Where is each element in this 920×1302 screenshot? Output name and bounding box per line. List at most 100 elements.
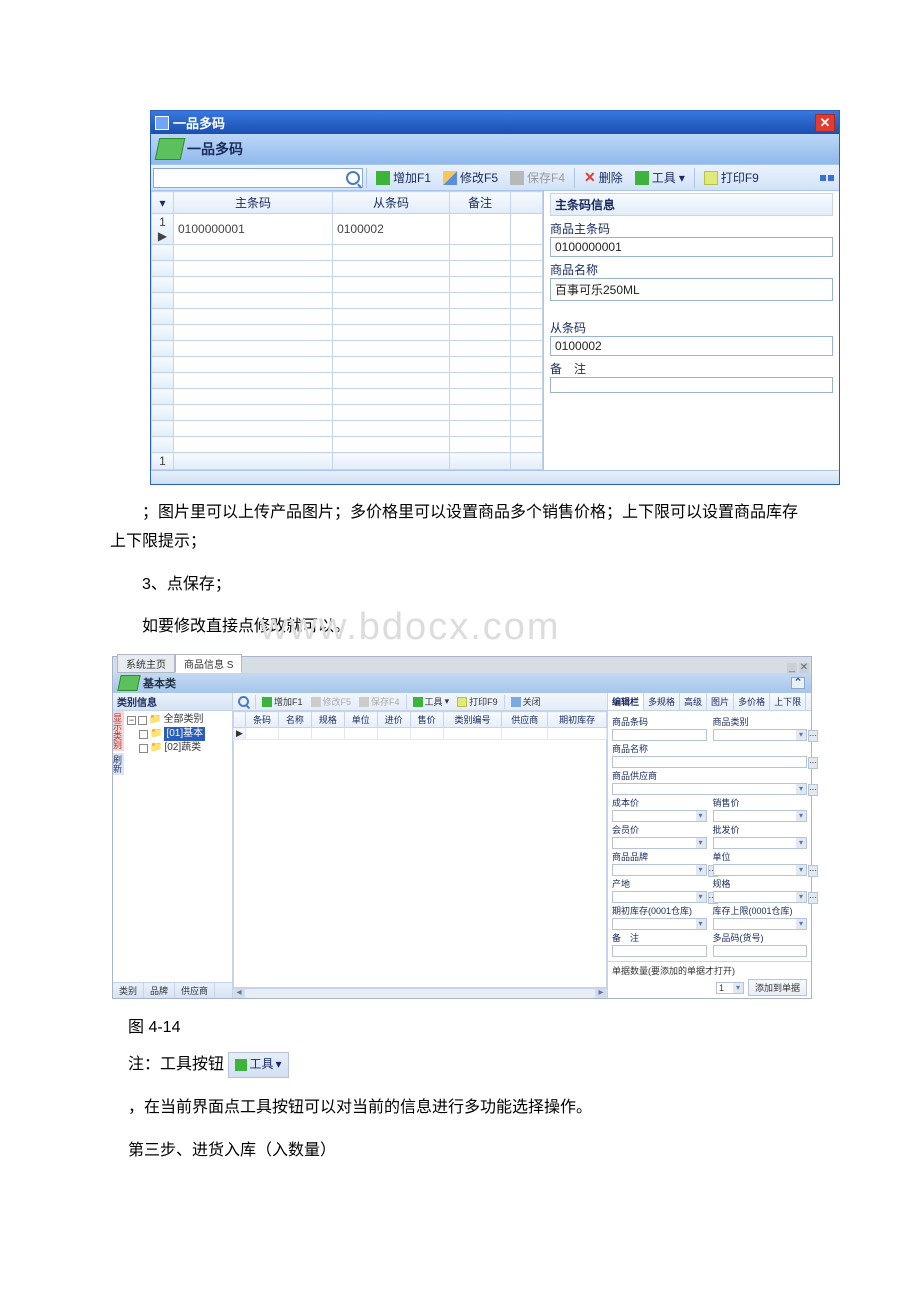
col-note[interactable]: 备注: [450, 192, 511, 214]
window-yipinduoma: 一品多码 ✕ 一品多码 增加F1 修改F5 保存F4 ✕删除 工具▾ 打印F9: [150, 110, 840, 485]
print-icon: [457, 697, 467, 707]
col-stock[interactable]: 期初库存: [548, 712, 607, 728]
add-to-doc-button[interactable]: 添加到单据: [748, 979, 807, 996]
btab-category[interactable]: 类别: [113, 983, 144, 998]
layout-icon[interactable]: [819, 171, 837, 185]
rtab-multiprice[interactable]: 多价格: [734, 693, 770, 710]
close-icon[interactable]: ✕: [799, 663, 809, 673]
add-button[interactable]: 增加F1: [258, 694, 307, 709]
tools-button[interactable]: 工具▾: [409, 694, 454, 709]
folder-icon: 📁: [150, 727, 162, 741]
print-icon: [704, 171, 718, 185]
input-name[interactable]: ⋯: [612, 756, 807, 768]
tab-product-info[interactable]: 商品信息 S: [175, 654, 242, 673]
tab-system[interactable]: 系统主页: [117, 654, 175, 673]
barcode-grid[interactable]: ▾ 主条码 从条码 备注 1 ▶ 0100000001 0100002: [151, 191, 544, 470]
chevron-down-icon: ▾: [696, 919, 706, 929]
input-member[interactable]: ▾: [612, 837, 707, 849]
input-sup[interactable]: ▾⋯: [612, 783, 807, 795]
save-icon: [510, 171, 524, 185]
input-unit[interactable]: ▾⋯: [713, 864, 808, 876]
input-note[interactable]: [612, 945, 707, 957]
col-cat[interactable]: 类别编号: [443, 712, 502, 728]
btab-supplier[interactable]: 供应商: [175, 983, 215, 998]
input-spec[interactable]: ▾⋯: [713, 891, 808, 903]
tree-node-all[interactable]: −📁全部类别: [127, 713, 230, 727]
rtab-image[interactable]: 图片: [707, 693, 734, 710]
tree-node-jb[interactable]: 📁[01]基本: [127, 727, 230, 741]
chevron-down-icon: ▾: [796, 892, 806, 902]
horizontal-scrollbar[interactable]: ◂▸: [233, 988, 607, 998]
col-main[interactable]: 主条码: [174, 192, 333, 214]
save-button: 保存F4: [504, 167, 571, 188]
rtab-limit[interactable]: 上下限: [770, 693, 806, 710]
product-form: 商品条码 商品类别▾⋯ 商品名称⋯ 商品供应商▾⋯ 成本价▾ 销售价▾ 会员价▾…: [608, 711, 811, 961]
label-name: 商品名称: [612, 742, 807, 755]
value-note[interactable]: [550, 377, 833, 393]
search-icon[interactable]: [238, 696, 249, 707]
doc-paragraph: ；图片里可以上传产品图片；多价格里可以设置商品多个销售价格；上下限可以设置商品库…: [110, 499, 810, 557]
tree-node-sc[interactable]: 📁[02]蔬类: [127, 741, 230, 755]
chevron-down-icon: ▾: [696, 811, 706, 821]
input-cost[interactable]: ▾: [612, 810, 707, 822]
sidebar-bottom-tabs: 类别 品牌 供应商: [113, 982, 232, 998]
chevron-down-icon: ▾: [796, 838, 806, 848]
close-icon[interactable]: ✕: [815, 114, 835, 132]
chevron-up-icon[interactable]: ⌃: [791, 677, 805, 689]
product-grid[interactable]: 条码 名称 规格 单位 进价 售价 类别编号 供应商 期初库存 ▶: [233, 711, 607, 998]
rtab-advanced[interactable]: 高级: [680, 693, 707, 710]
input-barcode[interactable]: [612, 729, 707, 741]
close-button[interactable]: 关闭: [507, 694, 545, 709]
col-sup[interactable]: 供应商: [502, 712, 548, 728]
rtab-edit[interactable]: 编辑栏: [608, 693, 644, 710]
chevron-down-icon: ▾: [696, 838, 706, 848]
edit-button[interactable]: 修改F5: [437, 167, 504, 188]
category-tree[interactable]: −📁全部类别 📁[01]基本 📁[02]蔬类: [113, 711, 232, 757]
input-sale[interactable]: ▾: [713, 810, 808, 822]
col-cost[interactable]: 进价: [377, 712, 410, 728]
right-panel: 编辑栏 多规格 高级 图片 多价格 上下限 商品条码 商品类别▾⋯ 商品名称⋯ …: [607, 693, 811, 998]
col-spec[interactable]: 规格: [311, 712, 344, 728]
value-sub-barcode[interactable]: 0100002: [550, 336, 833, 356]
input-cat[interactable]: ▾⋯: [713, 729, 808, 741]
folder-icon: 📁: [149, 713, 161, 727]
input-origin[interactable]: ▾⋯: [612, 891, 707, 903]
row-marker-icon: ▶: [158, 229, 167, 243]
delete-button[interactable]: ✕删除: [578, 167, 629, 188]
vtab-show-category[interactable]: 显示类别: [113, 711, 124, 751]
col-barcode[interactable]: 条码: [246, 712, 279, 728]
col-unit[interactable]: 单位: [344, 712, 377, 728]
input-brand[interactable]: ▾⋯: [612, 864, 707, 876]
search-input[interactable]: [153, 168, 363, 188]
rtab-multispec[interactable]: 多规格: [644, 693, 680, 710]
input-multi[interactable]: [713, 945, 808, 957]
input-whole[interactable]: ▾: [713, 837, 808, 849]
doc-paragraph: 如要修改直接点修改就可以。: [110, 613, 810, 642]
toolbar: 增加F1 修改F5 保存F4 工具▾ 打印F9 关闭: [233, 693, 607, 711]
chevron-down-icon: ▾: [696, 892, 706, 902]
label-multi: 多品码(货号): [713, 931, 808, 944]
more-icon: ⋯: [808, 730, 818, 742]
col-sale[interactable]: 售价: [410, 712, 443, 728]
save-button: 保存F4: [355, 694, 404, 709]
add-button[interactable]: 增加F1: [370, 167, 437, 188]
value-name: 百事可乐250ML: [550, 278, 833, 301]
window-product-info: 系统主页 商品信息 S _ ✕ 基本类 ⌃ 显示类别 刷新 类别信息 −📁全部类…: [112, 656, 812, 999]
doc-qty-select[interactable]: 1▾: [716, 982, 744, 994]
col-sub[interactable]: 从条码: [333, 192, 450, 214]
print-button[interactable]: 打印F9: [453, 694, 502, 709]
folder-icon: 📁: [150, 741, 162, 755]
chevron-down-icon: ▾: [679, 171, 685, 185]
print-button[interactable]: 打印F9: [698, 167, 765, 188]
corner-cell[interactable]: ▾: [152, 192, 174, 214]
tools-button[interactable]: 工具▾: [629, 167, 691, 188]
input-limit[interactable]: ▾: [713, 918, 808, 930]
figure-caption: 图 4-14: [128, 1013, 810, 1037]
minimize-icon[interactable]: _: [787, 663, 797, 673]
vtab-refresh[interactable]: 刷新: [113, 753, 124, 775]
btab-brand[interactable]: 品牌: [144, 983, 175, 998]
table-row[interactable]: 1 ▶ 0100000001 0100002: [152, 214, 543, 245]
titlebar[interactable]: 一品多码 ✕: [151, 111, 839, 134]
input-stock[interactable]: ▾: [612, 918, 707, 930]
col-name[interactable]: 名称: [278, 712, 311, 728]
